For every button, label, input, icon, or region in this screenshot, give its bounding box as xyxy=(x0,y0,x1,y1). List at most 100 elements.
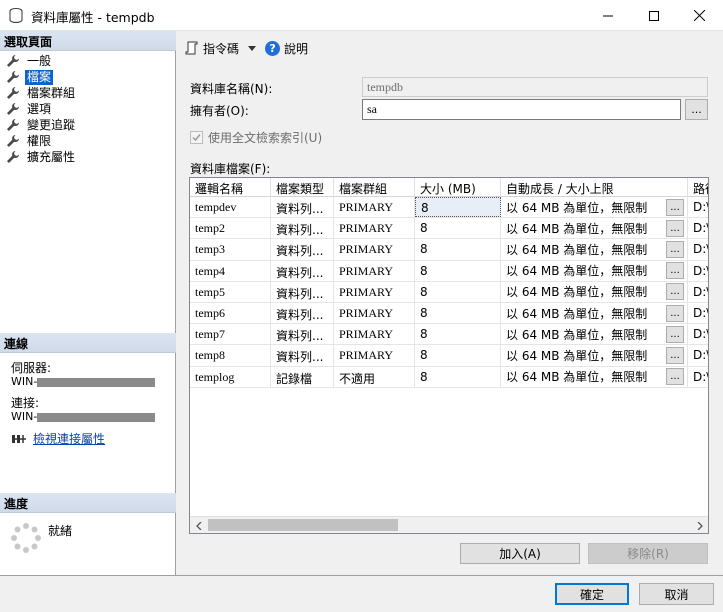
logical-name-cell[interactable]: temp6 xyxy=(190,302,271,324)
path-cell[interactable]: D:\ xyxy=(688,345,708,365)
file-group-cell[interactable]: PRIMARY xyxy=(334,281,415,302)
page-item-4[interactable]: 變更追蹤 xyxy=(6,117,77,133)
logical-name-cell[interactable]: templog xyxy=(190,366,271,387)
script-button[interactable]: 指令碼 xyxy=(185,40,257,57)
logical-name-cell[interactable]: temp7 xyxy=(190,324,271,345)
path-cell[interactable]: D:\ xyxy=(688,261,708,281)
file-group-cell[interactable]: PRIMARY xyxy=(334,218,415,239)
size-cell[interactable]: 8 xyxy=(415,345,501,366)
page-item-3[interactable]: 選項 xyxy=(6,101,77,117)
owner-browse-button[interactable]: ... xyxy=(685,99,708,120)
file-type-cell[interactable]: 資料列... xyxy=(271,197,334,218)
file-type-cell[interactable]: 資料列... xyxy=(271,239,334,260)
page-item-5[interactable]: 權限 xyxy=(6,133,77,149)
cancel-button[interactable]: 取消 xyxy=(639,583,714,605)
scroll-left-arrow[interactable] xyxy=(192,519,205,532)
bottom-separator xyxy=(0,575,723,576)
file-type-cell[interactable]: 資料列... xyxy=(271,218,334,239)
file-type-cell[interactable]: 資料列... xyxy=(271,345,334,366)
autogrowth-edit-button[interactable]: ... xyxy=(666,262,684,280)
logical-name-cell[interactable]: temp8 xyxy=(190,345,271,366)
autogrowth-edit-button[interactable]: ... xyxy=(666,325,684,343)
page-item-1[interactable]: 檔案 xyxy=(6,69,77,85)
logical-name-cell[interactable]: temp3 xyxy=(190,239,271,260)
size-cell[interactable]: 8 xyxy=(415,239,501,260)
view-connection-link[interactable]: 檢視連接屬性 xyxy=(33,430,105,447)
scroll-thumb[interactable] xyxy=(208,519,398,531)
size-cell[interactable]: 8 xyxy=(415,302,501,324)
column-header-4[interactable]: 自動成長 / 大小上限 xyxy=(501,178,688,197)
path-cell[interactable]: D:\ xyxy=(688,239,708,259)
minimize-button[interactable] xyxy=(585,0,630,31)
page-list: 一般 檔案 檔案群組 選項 變更追蹤 權限 擴充屬性 xyxy=(6,53,77,165)
maximize-button[interactable] xyxy=(631,0,676,31)
size-cell[interactable]: 8 xyxy=(415,197,501,218)
file-type-cell[interactable]: 資料列... xyxy=(271,281,334,302)
file-group-cell[interactable]: PRIMARY xyxy=(334,345,415,366)
logical-name-cell[interactable]: temp5 xyxy=(190,281,271,302)
column-header-3[interactable]: 大小 (MB) xyxy=(415,178,501,197)
add-button[interactable]: 加入(A) xyxy=(460,543,580,564)
file-group-cell[interactable]: PRIMARY xyxy=(334,197,415,218)
file-group-cell[interactable]: PRIMARY xyxy=(334,324,415,345)
horizontal-scrollbar[interactable] xyxy=(190,516,708,533)
autogrowth-edit-button[interactable]: ... xyxy=(666,198,684,216)
column-header-2[interactable]: 檔案群組 xyxy=(334,178,415,197)
autogrowth-edit-button[interactable]: ... xyxy=(666,219,684,237)
path-cell[interactable]: D:\ xyxy=(688,324,708,344)
chevron-right-icon xyxy=(697,521,703,530)
file-group-cell[interactable]: 不適用 xyxy=(334,366,415,387)
close-button[interactable] xyxy=(677,0,722,31)
size-cell[interactable]: 8 xyxy=(415,218,501,239)
logical-name-cell[interactable]: temp4 xyxy=(190,260,271,281)
page-item-2[interactable]: 檔案群組 xyxy=(6,85,77,101)
table-row[interactable]: temp4 資料列... PRIMARY 8 以 64 MB 為單位，無限制... D:\ xyxy=(190,260,708,282)
table-row[interactable]: templog 記錄檔 不適用 8 以 64 MB 為單位，無限制... D:\ xyxy=(190,366,708,388)
file-type-cell[interactable]: 資料列... xyxy=(271,260,334,281)
autogrowth-edit-button[interactable]: ... xyxy=(666,304,684,322)
size-cell[interactable]: 8 xyxy=(415,366,501,387)
column-header-5[interactable]: 路徑 xyxy=(688,178,708,197)
autogrowth-edit-button[interactable]: ... xyxy=(666,240,684,258)
db-files-grid[interactable]: 邏輯名稱檔案類型檔案群組大小 (MB)自動成長 / 大小上限路徑 tempdev… xyxy=(189,177,709,534)
path-cell[interactable]: D:\ xyxy=(688,367,708,387)
ok-button[interactable]: 確定 xyxy=(555,583,629,605)
table-row[interactable]: tempdev 資料列... PRIMARY 8 以 64 MB 為單位，無限制... D… xyxy=(190,197,708,219)
file-group-cell[interactable]: PRIMARY xyxy=(334,260,415,281)
path-cell[interactable]: D:\ xyxy=(688,303,708,323)
table-row[interactable]: temp2 資料列... PRIMARY 8 以 64 MB 為單位，無限制... D:\ xyxy=(190,218,708,240)
autogrowth-edit-button[interactable]: ... xyxy=(666,283,684,301)
help-button[interactable]: ? 說明 xyxy=(265,40,308,57)
autogrowth-edit-button[interactable]: ... xyxy=(666,346,684,364)
logical-name-cell[interactable]: temp2 xyxy=(190,218,271,239)
remove-button[interactable]: 移除(R) xyxy=(588,543,708,564)
file-group-cell[interactable]: PRIMARY xyxy=(334,239,415,260)
table-row[interactable]: temp5 資料列... PRIMARY 8 以 64 MB 為單位，無限制... D:\ xyxy=(190,281,708,303)
file-type-cell[interactable]: 資料列... xyxy=(271,302,334,324)
file-type-cell[interactable]: 資料列... xyxy=(271,324,334,345)
path-cell[interactable]: D:\ xyxy=(688,218,708,238)
size-cell[interactable]: 8 xyxy=(415,324,501,345)
file-group-cell[interactable]: PRIMARY xyxy=(334,302,415,324)
column-header-1[interactable]: 檔案類型 xyxy=(271,178,334,197)
column-header-0[interactable]: 邏輯名稱 xyxy=(190,178,271,197)
table-row[interactable]: temp8 資料列... PRIMARY 8 以 64 MB 為單位，無限制... D:\ xyxy=(190,345,708,367)
table-row[interactable]: temp3 資料列... PRIMARY 8 以 64 MB 為單位，無限制... D:\ xyxy=(190,239,708,261)
size-cell[interactable]: 8 xyxy=(415,281,501,302)
page-item-6[interactable]: 擴充屬性 xyxy=(6,149,77,165)
path-cell[interactable]: D:\ xyxy=(688,197,708,217)
file-type-cell[interactable]: 記錄檔 xyxy=(271,366,334,387)
autogrowth-value: 以 64 MB 為單位，無限制 xyxy=(506,221,648,236)
page-item-0[interactable]: 一般 xyxy=(6,53,77,69)
size-cell[interactable]: 8 xyxy=(415,260,501,281)
path-cell[interactable]: D:\ xyxy=(688,282,708,302)
owner-input[interactable]: sa xyxy=(362,99,681,120)
table-row[interactable]: temp6 資料列... PRIMARY 8 以 64 MB 為單位，無限制... D:\ xyxy=(190,302,708,325)
scroll-right-arrow[interactable] xyxy=(693,519,706,532)
logical-name-cell[interactable]: tempdev xyxy=(190,197,271,218)
table-row[interactable]: temp7 資料列... PRIMARY 8 以 64 MB 為單位，無限制... D:\ xyxy=(190,324,708,346)
wrench-icon xyxy=(7,119,19,131)
autogrowth-edit-button[interactable]: ... xyxy=(666,368,684,386)
autogrowth-cell: 以 64 MB 為單位，無限制... xyxy=(501,281,688,302)
view-connection-properties[interactable]: 檢視連接屬性 xyxy=(11,430,105,447)
